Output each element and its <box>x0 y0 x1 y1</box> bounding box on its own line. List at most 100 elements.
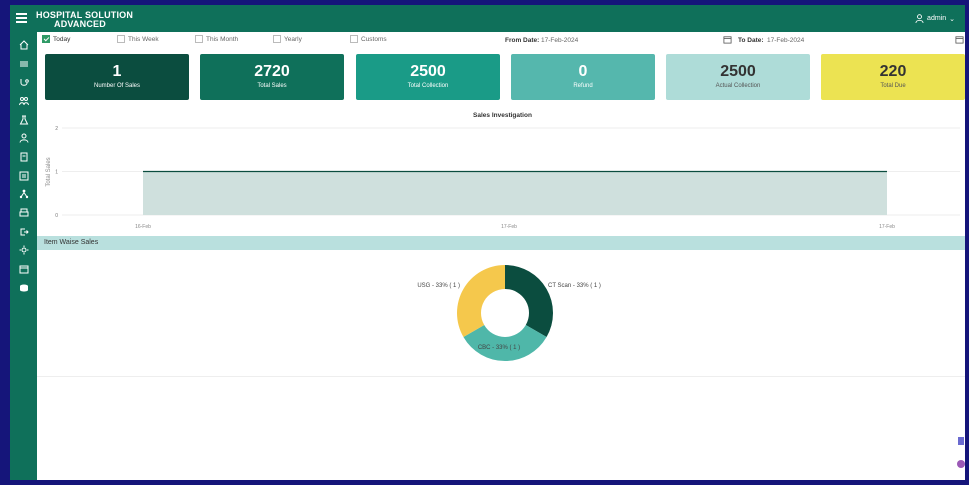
filter-this-week[interactable]: This Week <box>117 35 159 43</box>
stat-value: 1 <box>112 63 122 80</box>
user-name: admin <box>927 15 947 22</box>
checkbox-icon[interactable] <box>117 35 125 43</box>
stat-value: 0 <box>578 63 588 80</box>
section-title: Item Waise Sales <box>44 239 99 246</box>
stat-card: 0 Refund <box>511 54 655 100</box>
sidebar-item-calendar[interactable] <box>17 262 30 275</box>
user-menu[interactable]: admin ⌄ <box>915 14 955 23</box>
team-icon <box>18 96 29 105</box>
stat-card: 2500 Actual Collection <box>666 54 810 100</box>
x-tick-label: 17-Feb <box>501 224 517 230</box>
filter-customs[interactable]: Customs <box>350 35 387 43</box>
sidebar-item-print[interactable] <box>17 206 30 219</box>
report-icon <box>19 171 28 180</box>
filter-label: This Month <box>206 35 239 43</box>
stat-label: Actual Collection <box>715 83 761 89</box>
area-chart-svg: 0 1 2 16-Feb 17-Feb 17-Feb Total Sales <box>46 126 960 230</box>
top-bar: HOSPITAL SOLUTION ADVANCED admin ⌄ <box>10 5 965 32</box>
pie-slice-label: USG - 33% ( 1 ) <box>417 283 460 289</box>
stat-label: Total Due <box>880 83 906 89</box>
calendar-icon <box>19 265 28 273</box>
sidebar-item-lab[interactable] <box>17 113 30 126</box>
stat-label: Number Of Sales <box>93 83 141 89</box>
filter-label: Yearly <box>284 35 302 43</box>
lab-icon <box>19 115 28 124</box>
stat-value: 2720 <box>254 63 290 80</box>
exit-icon <box>20 228 29 235</box>
sidebar-item-home[interactable] <box>17 38 30 51</box>
stat-card: 1 Number Of Sales <box>45 54 189 100</box>
database-icon <box>19 284 28 291</box>
window-frame-right <box>965 0 969 485</box>
home-icon <box>19 39 28 49</box>
filter-label: This Week <box>128 35 159 43</box>
pie-slice[interactable] <box>505 265 554 337</box>
stat-value: 2500 <box>410 63 446 80</box>
sidebar-item-team[interactable] <box>17 94 30 107</box>
filter-today[interactable]: Today <box>42 35 70 43</box>
donut-chart-svg: CT Scan - 33% ( 1 ) CBC - 33% ( 1 ) USG - … <box>417 265 601 361</box>
item-sales-header: Item Waise Sales <box>37 236 965 250</box>
stat-value: 2500 <box>720 63 756 80</box>
document-icon <box>20 152 27 161</box>
filter-yearly[interactable]: Yearly <box>273 35 302 43</box>
pie-slice-label: CT Scan - 33% ( 1 ) <box>548 283 601 289</box>
filter-this-month[interactable]: This Month <box>195 35 238 43</box>
brand-logo: HOSPITAL SOLUTION ADVANCED <box>36 11 133 29</box>
stethoscope-icon <box>20 78 29 86</box>
menu-toggle-icon[interactable] <box>16 13 28 23</box>
stat-card: 2720 Total Sales <box>200 54 344 100</box>
from-date-input[interactable]: 17-Feb-2024 <box>541 35 578 46</box>
chevron-down-icon: ⌄ <box>949 15 955 23</box>
sidebar-item-stethoscope[interactable] <box>17 76 30 89</box>
calendar-icon[interactable] <box>955 35 964 44</box>
sidebar-item-person[interactable] <box>17 131 30 144</box>
pie-slice[interactable] <box>457 265 505 337</box>
x-tick-label: 16-Feb <box>135 224 151 230</box>
x-tick-label: 17-Feb <box>879 224 895 230</box>
filter-label: Customs <box>361 35 387 43</box>
sidebar-item-report[interactable] <box>17 169 30 182</box>
hierarchy-icon <box>19 189 28 198</box>
stat-value: 220 <box>879 63 907 80</box>
checkbox-icon[interactable] <box>42 35 50 43</box>
sidebar-item-exit[interactable] <box>17 225 30 238</box>
brain-icon[interactable] <box>956 459 966 469</box>
checkbox-icon[interactable] <box>350 35 358 43</box>
item-sales-chart: CT Scan - 33% ( 1 ) CBC - 33% ( 1 ) USG - … <box>37 250 965 377</box>
date-filter-bar: Today This Week This Month Yearly Custom… <box>37 32 965 48</box>
stat-card: 220 Total Due <box>821 54 965 100</box>
window-frame-left <box>0 0 10 485</box>
sidebar-item-list[interactable] <box>17 57 30 70</box>
sidebar <box>10 32 37 480</box>
person-icon <box>19 133 28 143</box>
pie-slice-label: CBC - 33% ( 1 ) <box>478 345 520 351</box>
filter-label: Today <box>53 35 71 43</box>
checkbox-icon[interactable] <box>273 35 281 43</box>
y-tick-label: 2 <box>55 126 58 132</box>
sales-investigation-chart: Sales Investigation 0 1 2 16-Feb 17-Feb 17-Fe… <box>40 108 965 235</box>
stat-label: Refund <box>573 83 593 89</box>
window-frame-bottom <box>0 480 969 485</box>
list-icon <box>19 61 28 66</box>
bookmark-icon[interactable] <box>956 436 966 446</box>
sidebar-item-hierarchy[interactable] <box>17 187 30 200</box>
y-axis-label: Total Sales <box>46 157 52 186</box>
sidebar-item-database[interactable] <box>17 281 30 294</box>
pie-slice[interactable] <box>463 325 547 361</box>
from-date-label: From Date: <box>505 37 540 44</box>
sun-icon <box>19 245 28 254</box>
user-icon <box>915 14 924 23</box>
calendar-icon[interactable] <box>723 35 732 44</box>
print-icon <box>19 208 28 216</box>
stat-label: Total Sales <box>257 83 287 89</box>
sidebar-item-document[interactable] <box>17 150 30 163</box>
sidebar-item-sun[interactable] <box>17 243 30 256</box>
to-date-label: To Date: <box>738 37 764 44</box>
to-date-input[interactable]: 17-Feb-2024 <box>767 35 804 46</box>
brand-line2: ADVANCED <box>54 19 106 29</box>
stat-label: Total Collection <box>407 83 449 89</box>
y-tick-label: 1 <box>55 170 58 176</box>
checkbox-icon[interactable] <box>195 35 203 43</box>
stat-card: 2500 Total Collection <box>356 54 500 100</box>
